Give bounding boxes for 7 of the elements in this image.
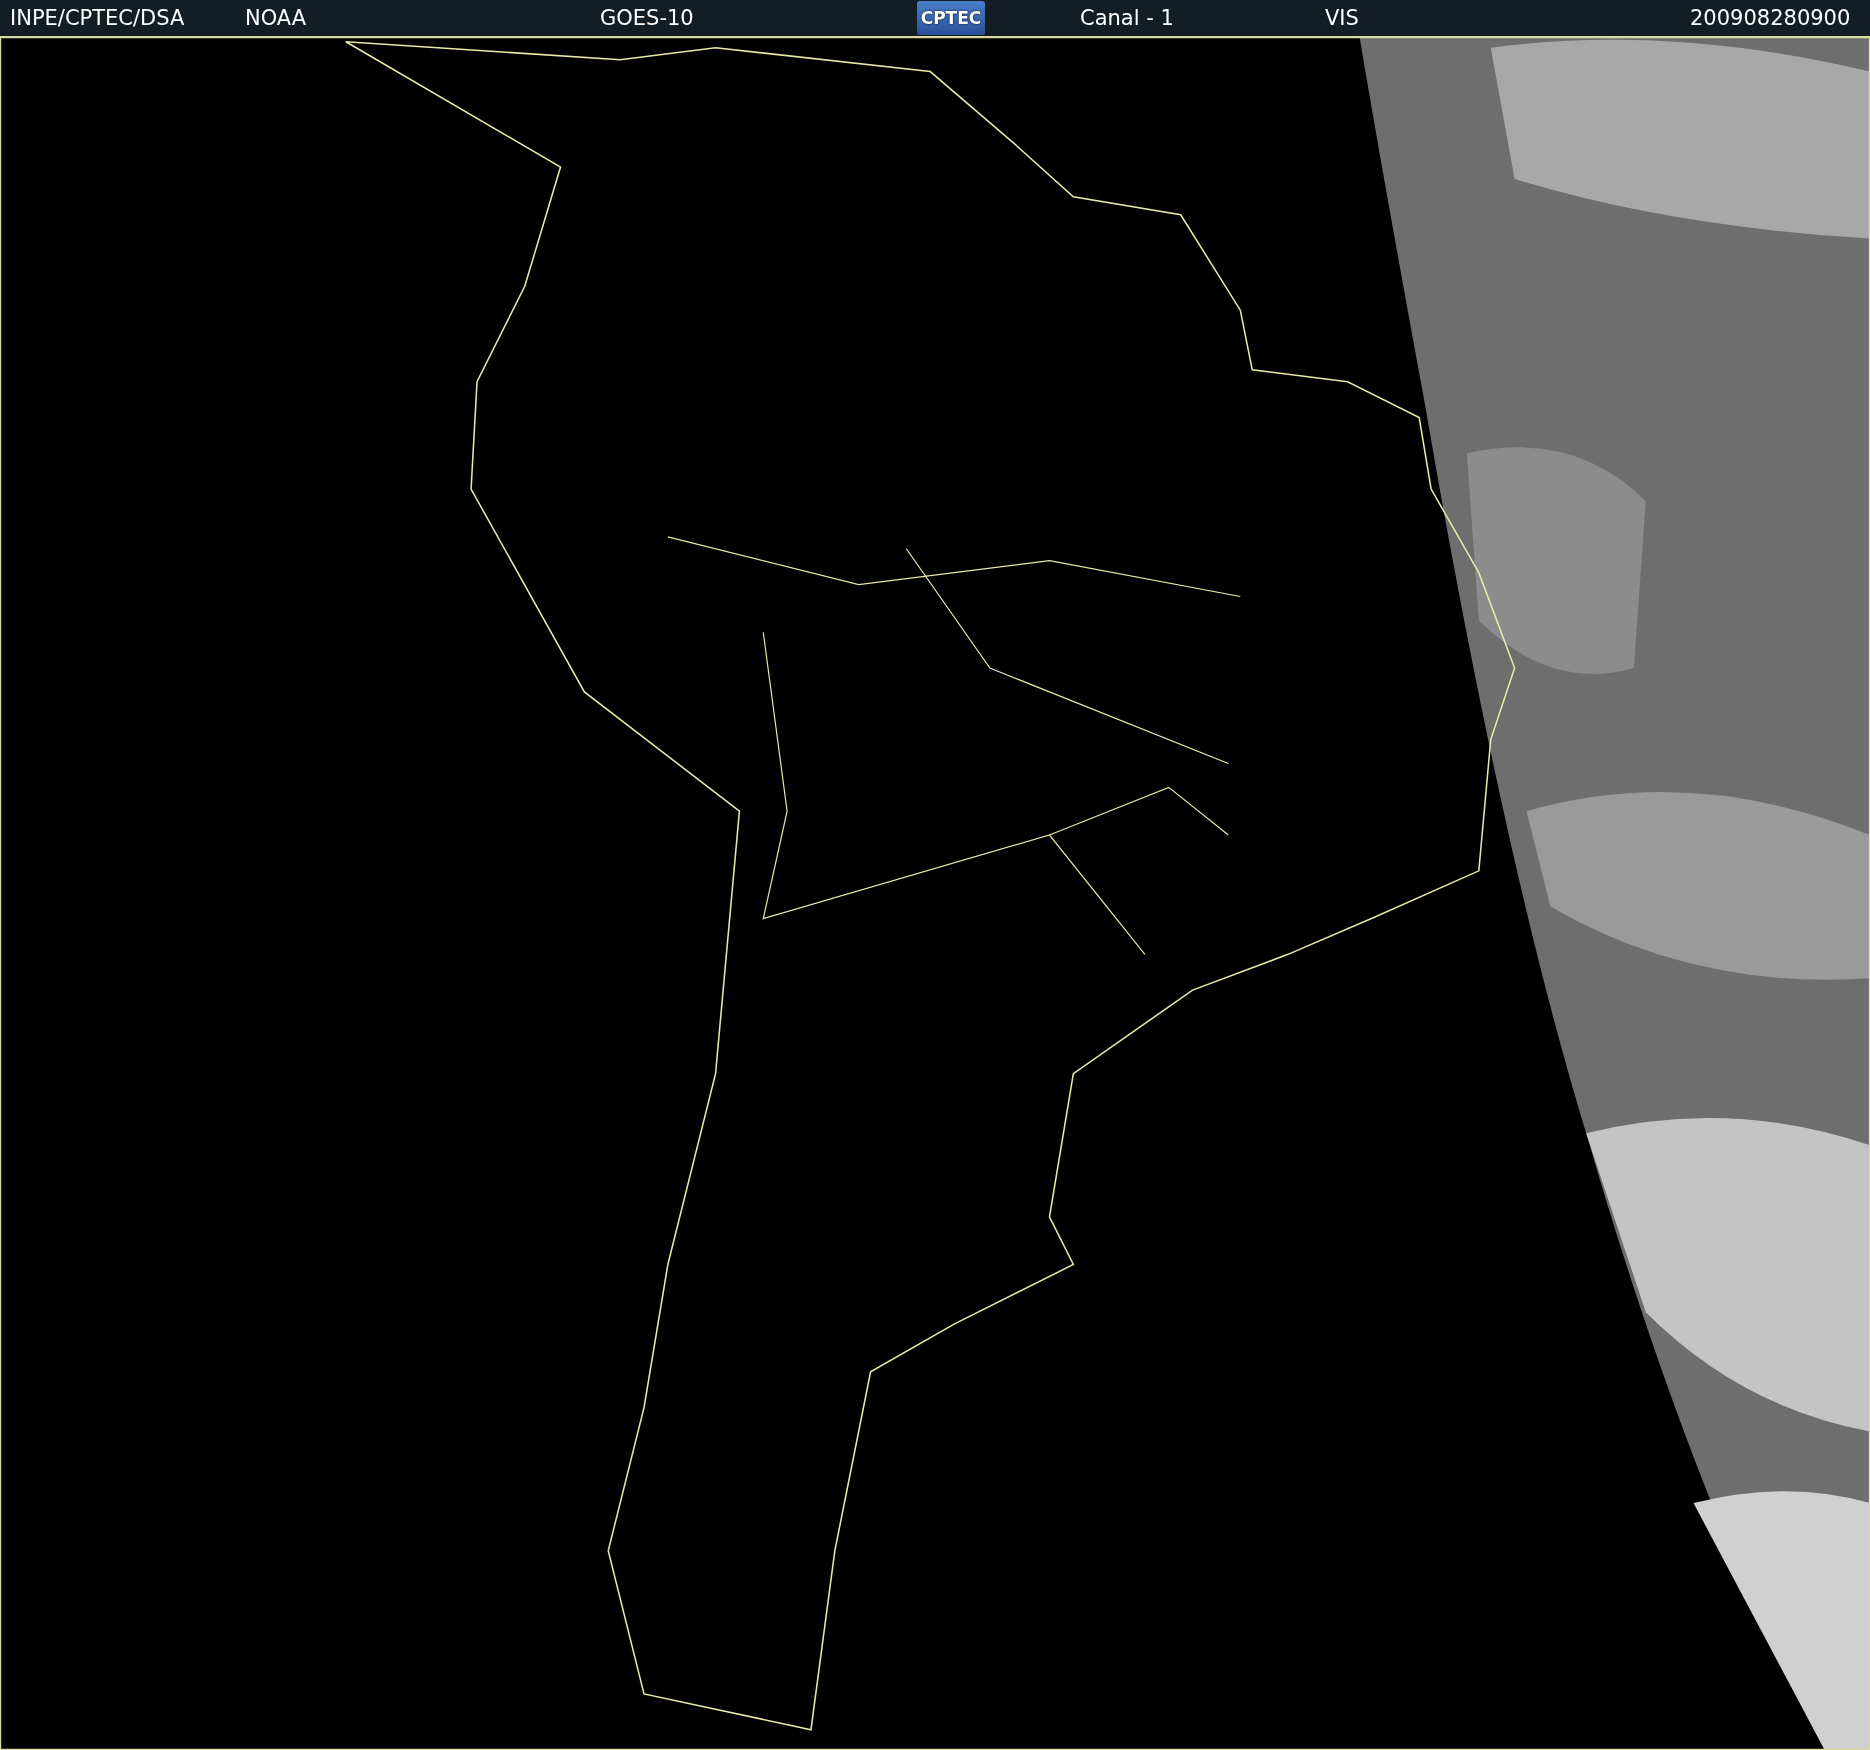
header-label: GOES-10 [600,6,695,30]
header-label: Canal - 1 [1080,6,1175,30]
logo: CPTEC [917,1,985,35]
header-label: VIS [1325,6,1360,30]
header-label: NOAA [245,6,308,30]
header-label: INPE/CPTEC/DSA [10,6,186,30]
header-label: 200908280900 [1690,6,1852,30]
